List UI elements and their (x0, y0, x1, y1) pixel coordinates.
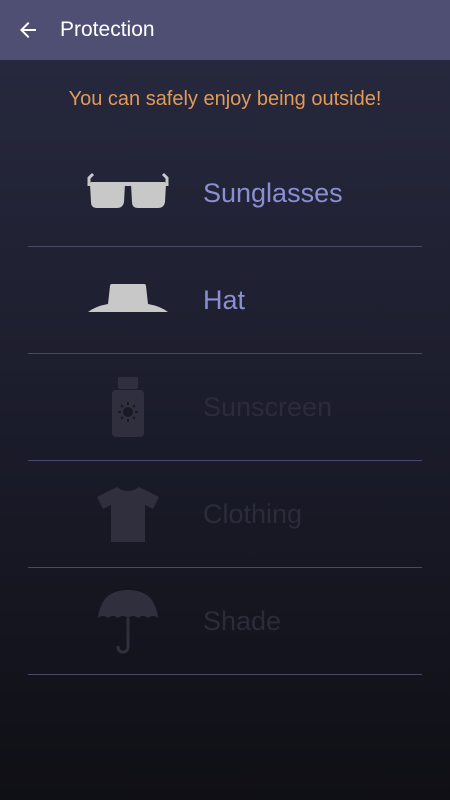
list-item-sunglasses[interactable]: Sunglasses (28, 140, 422, 247)
sunscreen-icon (112, 377, 144, 437)
item-label: Shade (203, 605, 282, 636)
list-item-shade[interactable]: Shade (28, 568, 422, 675)
item-label: Sunglasses (203, 177, 343, 208)
protection-list: Sunglasses Hat Sunscreen Clothing Shade (28, 140, 422, 675)
list-item-hat[interactable]: Hat (28, 247, 422, 354)
status-message: You can safely enjoy being outside! (68, 88, 382, 110)
item-label: Sunscreen (203, 391, 333, 422)
hat-icon (88, 284, 168, 312)
arrow-left-icon (20, 22, 36, 38)
list-item-clothing[interactable]: Clothing (28, 461, 422, 568)
page-title: Protection (60, 18, 155, 41)
tshirt-icon (97, 487, 159, 542)
sunglasses-icon (87, 172, 169, 208)
list-item-sunscreen[interactable]: Sunscreen (28, 354, 422, 461)
item-label: Hat (203, 284, 246, 315)
back-button[interactable] (0, 0, 56, 60)
app-bar: Protection (0, 0, 450, 60)
umbrella-icon (98, 590, 158, 654)
item-label: Clothing (203, 498, 303, 529)
